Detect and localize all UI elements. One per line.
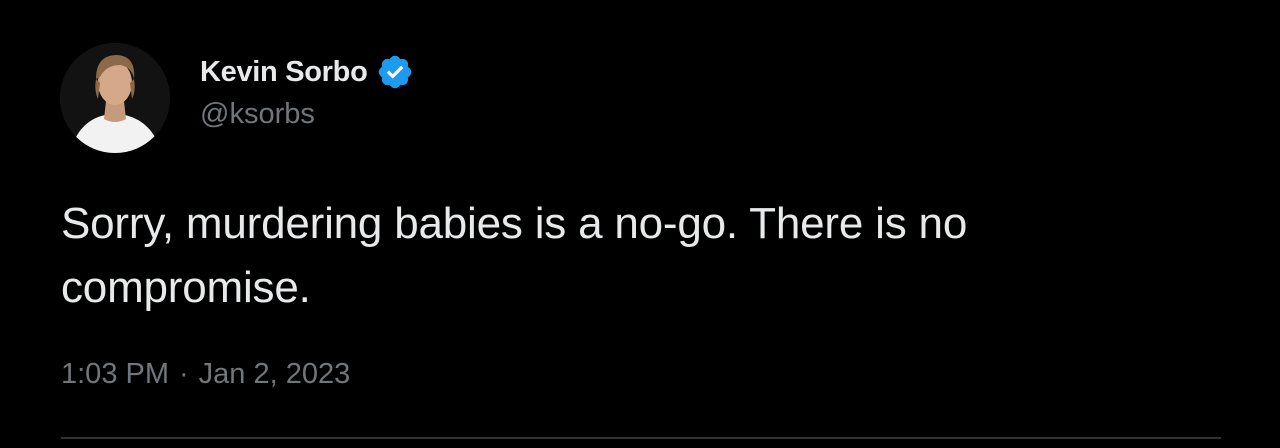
author-block: Kevin Sorbo @ksorbs	[200, 52, 414, 131]
avatar[interactable]	[60, 43, 170, 153]
tweet-text-line-2: compromise.	[61, 263, 311, 312]
display-name[interactable]: Kevin Sorbo	[200, 56, 368, 89]
separator-dot: ·	[179, 358, 189, 390]
name-row: Kevin Sorbo	[200, 52, 414, 92]
avatar-photo	[60, 43, 170, 153]
tweet-text: Sorry, murdering babies is a no-go. Ther…	[61, 192, 1221, 320]
divider	[61, 437, 1221, 439]
timestamp-row: 1:03 PM · Jan 2, 2023	[61, 358, 350, 391]
tweet-card: Kevin Sorbo @ksorbs Sorry, murdering bab…	[0, 0, 1280, 448]
verified-badge-icon	[376, 53, 414, 91]
handle[interactable]: @ksorbs	[200, 98, 414, 131]
tweet-time[interactable]: 1:03 PM	[61, 358, 169, 391]
tweet-date[interactable]: Jan 2, 2023	[199, 358, 351, 391]
tweet-text-line-1: Sorry, murdering babies is a no-go. Ther…	[61, 199, 968, 248]
